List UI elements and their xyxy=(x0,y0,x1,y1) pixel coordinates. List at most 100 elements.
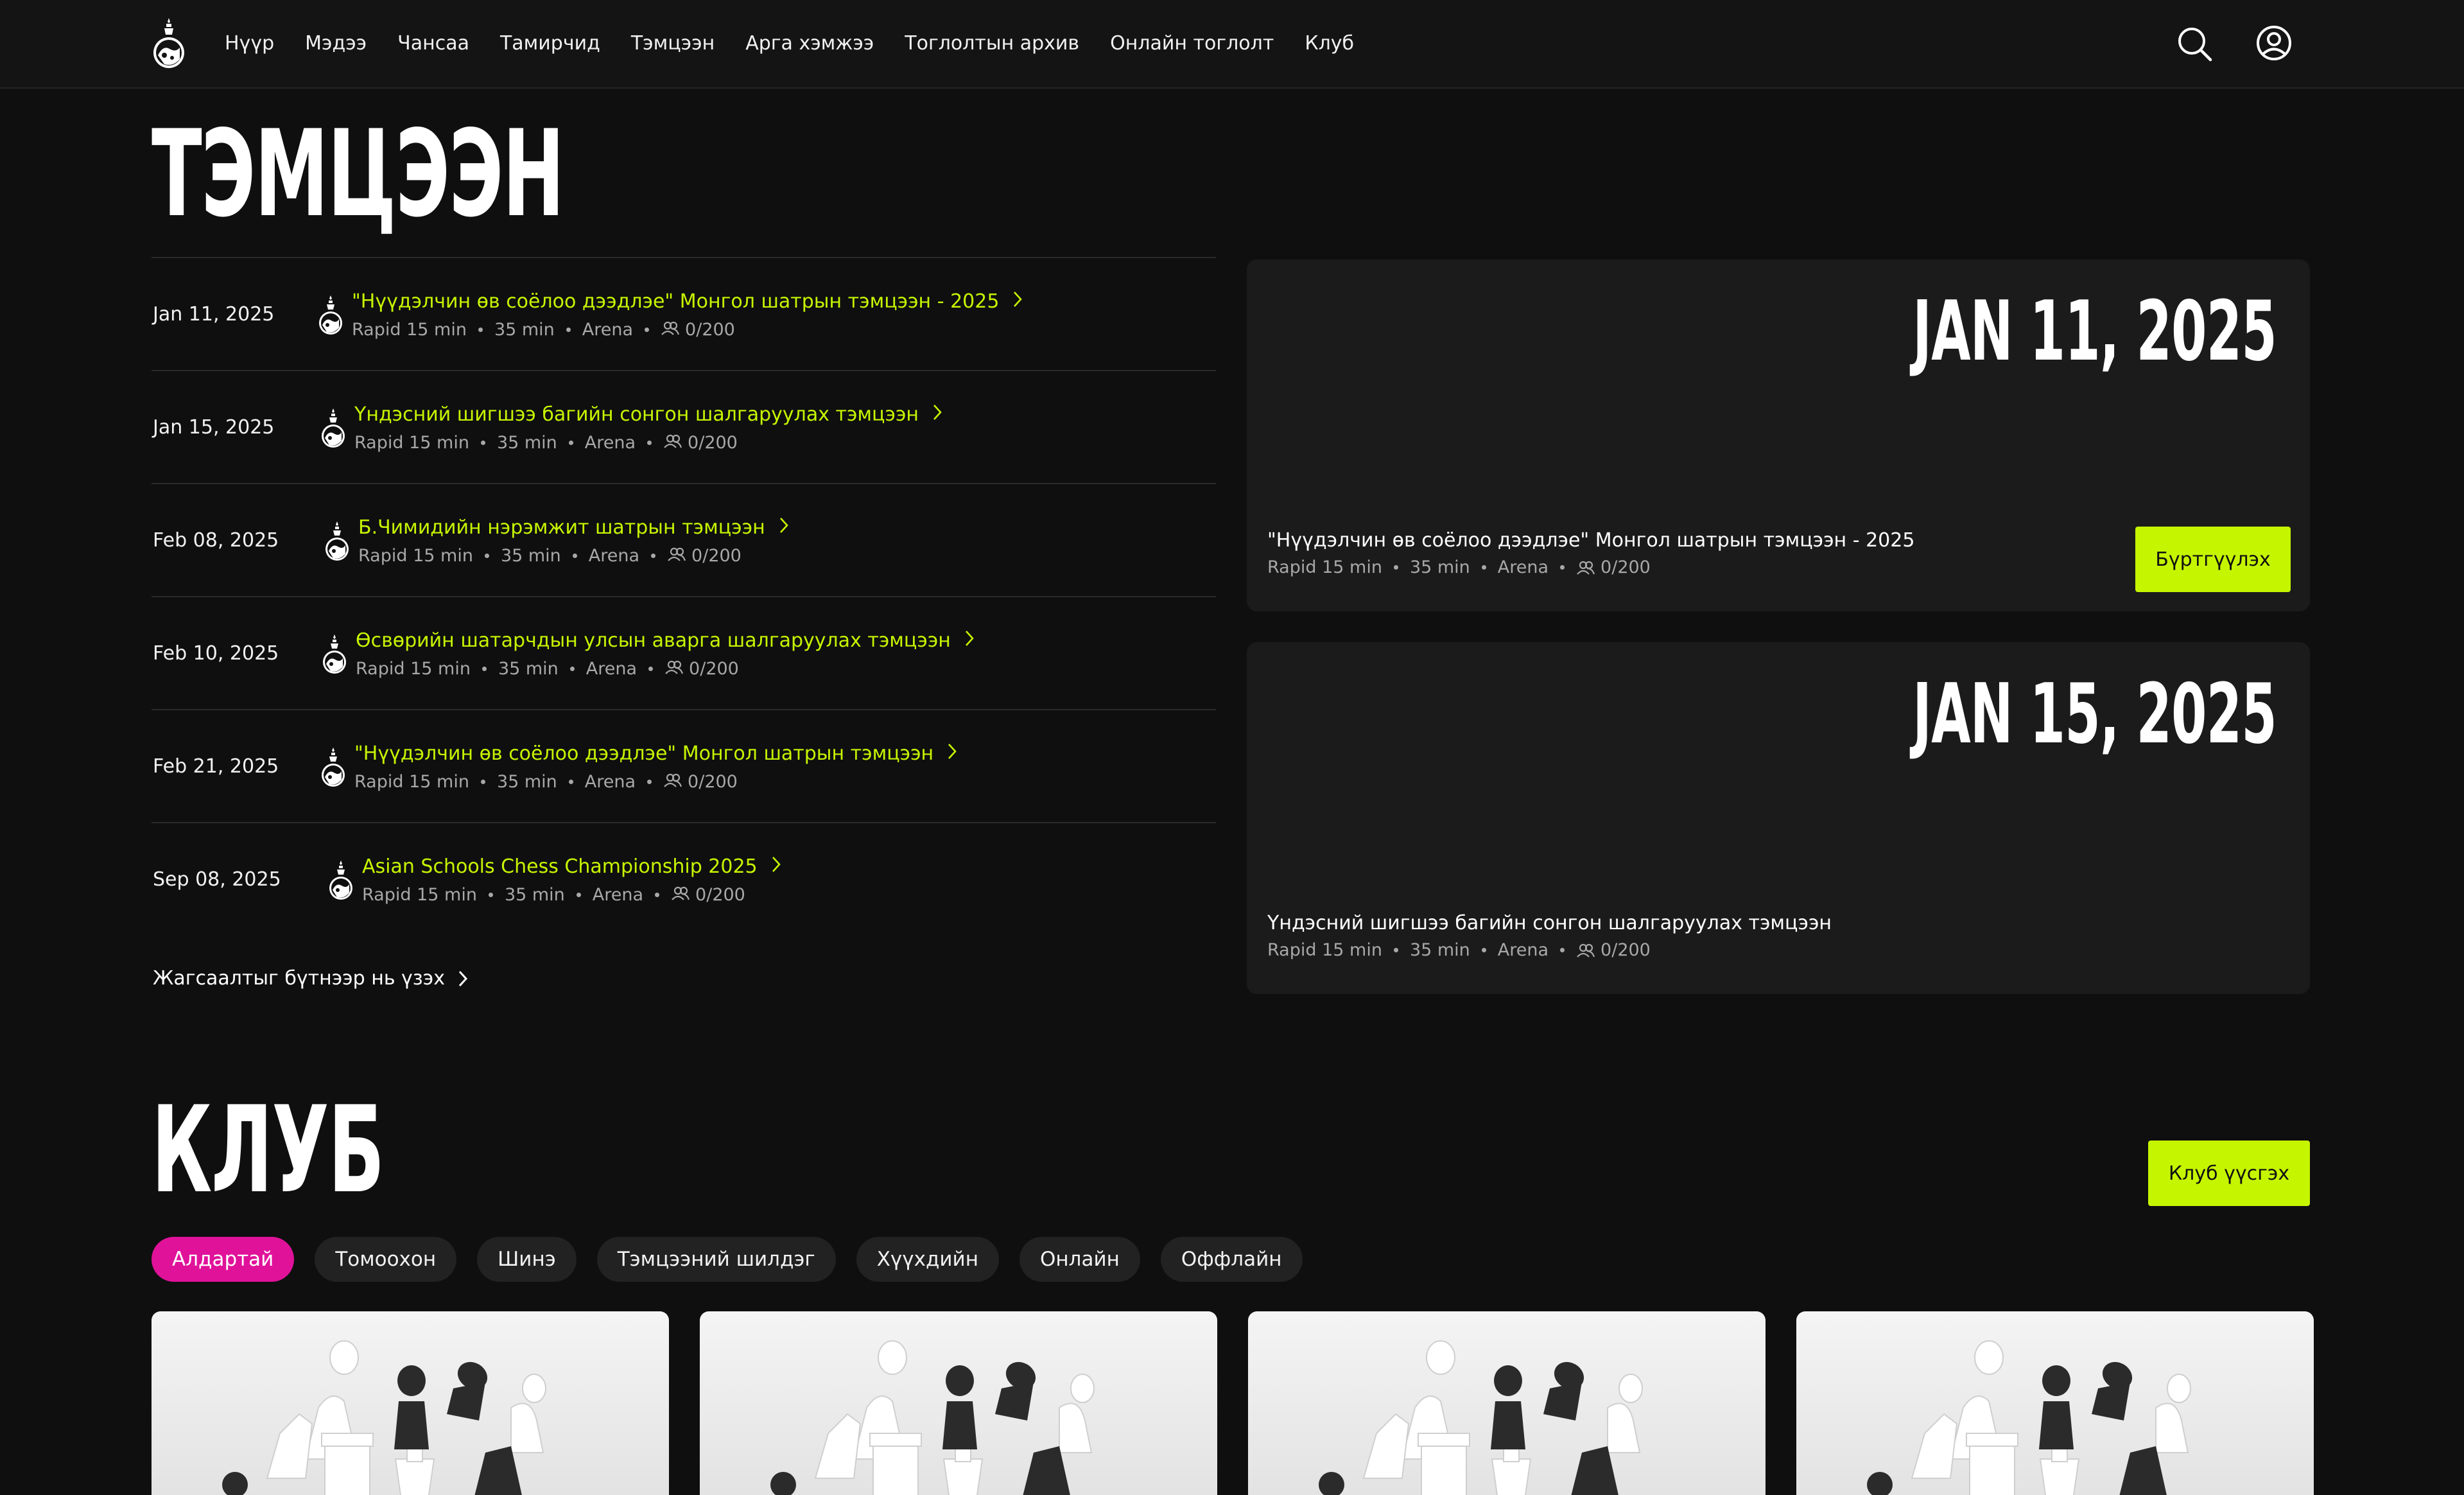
users-icon xyxy=(667,546,686,566)
chess-king-emblem-icon[interactable] xyxy=(150,17,187,69)
tournament-title: "Нүүдэлчин өв соёлоо дээдлэе" Монгол шат… xyxy=(352,290,1000,313)
see-all-link[interactable]: Жагсаалтыг бүтнээр нь үзэх xyxy=(153,967,468,990)
nav-item[interactable]: Нүүр xyxy=(225,32,274,55)
club-card[interactable] xyxy=(1248,1311,1766,1495)
users-icon xyxy=(661,320,680,340)
filter-chip[interactable]: Хүүхдийн xyxy=(856,1237,999,1282)
tournament-row[interactable]: Feb 21, 2025 "Нүүдэлчин өв соёлоо дээдлэ… xyxy=(152,709,1216,822)
tournament-title-link[interactable]: Өсвөрийн шатарчдын улсын аварга шалгаруу… xyxy=(356,629,974,652)
nav-item[interactable]: Арга хэмжээ xyxy=(745,32,874,55)
filter-chip[interactable]: Оффлайн xyxy=(1160,1237,1303,1282)
format-label: Rapid 15 min xyxy=(1267,557,1382,577)
nav-item[interactable]: Тэмцээн xyxy=(631,32,715,55)
dot-separator xyxy=(488,893,493,897)
format-label: Rapid 15 min xyxy=(1267,940,1382,960)
user-circle-icon[interactable] xyxy=(2255,24,2293,62)
chess-pieces-image xyxy=(1319,1340,1643,1495)
tournament-title-link[interactable]: Б.Чимидийн нэрэмжит шатрын тэмцээн xyxy=(358,516,788,539)
featured-date: JAN 15, 2025 xyxy=(1913,667,2277,762)
main-menu: Нүүр Мэдээ Чансаа Тамирчид Тэмцээн Арга хэмжэ… xyxy=(225,0,1354,86)
nav-item[interactable]: Тоглолтын архив xyxy=(905,32,1079,55)
type-label: Arena xyxy=(1497,940,1549,960)
nav-item[interactable]: Онлайн тоглолт xyxy=(1110,32,1274,55)
participants-count: 0/200 xyxy=(688,772,738,792)
tournament-title-link[interactable]: "Нүүдэлчин өв соёлоо дээдлэе" Монгол шат… xyxy=(352,290,1023,313)
duration-label: 35 min xyxy=(1409,557,1470,577)
tournament-title-link[interactable]: Asian Schools Chess Championship 2025 xyxy=(362,855,781,878)
users-icon xyxy=(1577,561,1595,575)
tournament-row[interactable]: Feb 10, 2025 Өсвөрийн шатарчдын улсын ав… xyxy=(152,596,1216,709)
dot-separator xyxy=(568,780,573,784)
tournament-title-link[interactable]: Үндэсний шигшээ багийн сонгон шалгаруула… xyxy=(354,403,942,426)
duration-label: 35 min xyxy=(1409,940,1470,960)
type-label: Arena xyxy=(582,320,634,340)
chevron-right-icon xyxy=(965,629,974,652)
top-navbar: Нүүр Мэдээ Чансаа Тамирчид Тэмцээн Арга хэмжэ… xyxy=(0,0,2464,89)
duration-label: 35 min xyxy=(496,772,557,792)
tournament-title-link[interactable]: "Нүүдэлчин өв соёлоо дээдлэе" Монгол шат… xyxy=(354,742,957,765)
tournament-meta: Rapid 15 min 35 min Arena 0/200 xyxy=(356,659,739,679)
filter-chip[interactable]: Шинэ xyxy=(477,1237,577,1282)
dot-separator xyxy=(1560,565,1565,570)
filter-chip[interactable]: Томоохон xyxy=(315,1237,457,1282)
chess-pieces-image xyxy=(770,1340,1095,1495)
tournament-meta: Rapid 15 min 35 min Arena 0/200 xyxy=(362,885,745,905)
tournament-meta: Rapid 15 min 35 min Arena 0/200 xyxy=(354,772,738,792)
club-card[interactable] xyxy=(700,1311,1217,1495)
filter-chip[interactable]: Тэмцээний шилдэг xyxy=(596,1237,836,1282)
participants: 0/200 xyxy=(1576,557,1651,577)
featured-tournament-card[interactable]: JAN 15, 2025 Үндэсний шигшээ багийн сонг… xyxy=(1247,642,2310,994)
format-label: Rapid 15 min xyxy=(352,320,467,340)
search-icon[interactable] xyxy=(2175,24,2214,63)
chevron-right-icon xyxy=(779,516,788,539)
club-card[interactable] xyxy=(152,1311,669,1495)
federation-logo-icon xyxy=(327,859,354,902)
tournament-title: Үндэсний шигшээ багийн сонгон шалгаруула… xyxy=(354,403,919,426)
tournament-row[interactable]: Jan 15, 2025 Үндэсний шигшээ багийн сонг… xyxy=(152,370,1216,483)
featured-title: Үндэсний шигшээ багийн сонгон шалгаруула… xyxy=(1267,912,1832,934)
participants: 0/200 xyxy=(664,659,739,679)
register-button[interactable]: Бүртгүүлэх xyxy=(2135,527,2291,592)
format-label: Rapid 15 min xyxy=(362,885,477,905)
chevron-right-icon xyxy=(458,970,467,986)
tournament-title: "Нүүдэлчин өв соёлоо дээдлэе" Монгол шат… xyxy=(354,742,934,765)
federation-logo-icon xyxy=(317,294,344,337)
filter-chip[interactable]: Алдартай xyxy=(152,1237,295,1282)
federation-logo-icon xyxy=(321,633,348,676)
dot-separator xyxy=(482,667,487,671)
format-label: Rapid 15 min xyxy=(356,659,471,679)
format-label: Rapid 15 min xyxy=(358,546,473,566)
nav-item[interactable]: Чансаа xyxy=(397,32,469,55)
tournament-row[interactable]: Feb 08, 2025 Б.Чимидийн нэрэмжит шатрын … xyxy=(152,483,1216,596)
filter-chip[interactable]: Онлайн xyxy=(1019,1237,1140,1282)
club-card[interactable] xyxy=(1796,1311,2314,1495)
tournament-row[interactable]: Sep 08, 2025 Asian Schools Chess Champio… xyxy=(152,822,1216,935)
dot-separator xyxy=(1393,948,1398,952)
nav-item[interactable]: Клуб xyxy=(1305,32,1354,55)
tournament-list: Jan 11, 2025 "Нүүдэлчин өв соёлоо дээдлэ… xyxy=(152,257,1216,935)
participants: 0/200 xyxy=(663,433,738,453)
tournament-title: Asian Schools Chess Championship 2025 xyxy=(362,855,758,878)
dot-separator xyxy=(1481,565,1486,570)
users-icon xyxy=(663,772,682,792)
featured-tournament-card[interactable]: JAN 11, 2025 "Нүүдэлчин өв соёлоо дээдлэ… xyxy=(1247,259,2310,611)
chevron-right-icon xyxy=(948,742,957,765)
dot-separator xyxy=(1481,948,1486,952)
duration-label: 35 min xyxy=(500,546,561,566)
participants-count: 0/200 xyxy=(691,546,742,566)
tournament-row[interactable]: Jan 11, 2025 "Нүүдэлчин өв соёлоо дээдлэ… xyxy=(152,257,1216,370)
nav-item[interactable]: Тамирчид xyxy=(500,32,600,55)
duration-label: 35 min xyxy=(496,433,557,453)
format-label: Rapid 15 min xyxy=(354,433,469,453)
dot-separator xyxy=(568,441,573,445)
dot-separator xyxy=(651,554,656,558)
federation-logo-icon xyxy=(324,520,351,563)
type-label: Arena xyxy=(584,772,636,792)
tournament-title: Өсвөрийн шатарчдын улсын аварга шалгаруу… xyxy=(356,629,951,652)
create-club-button[interactable]: Клуб үүсгэх xyxy=(2148,1141,2310,1206)
type-label: Arena xyxy=(1497,557,1549,577)
dot-separator xyxy=(647,441,652,445)
nav-item[interactable]: Мэдээ xyxy=(305,32,367,55)
tournament-date: Sep 08, 2025 xyxy=(153,868,281,891)
tournament-date: Jan 11, 2025 xyxy=(153,303,275,326)
